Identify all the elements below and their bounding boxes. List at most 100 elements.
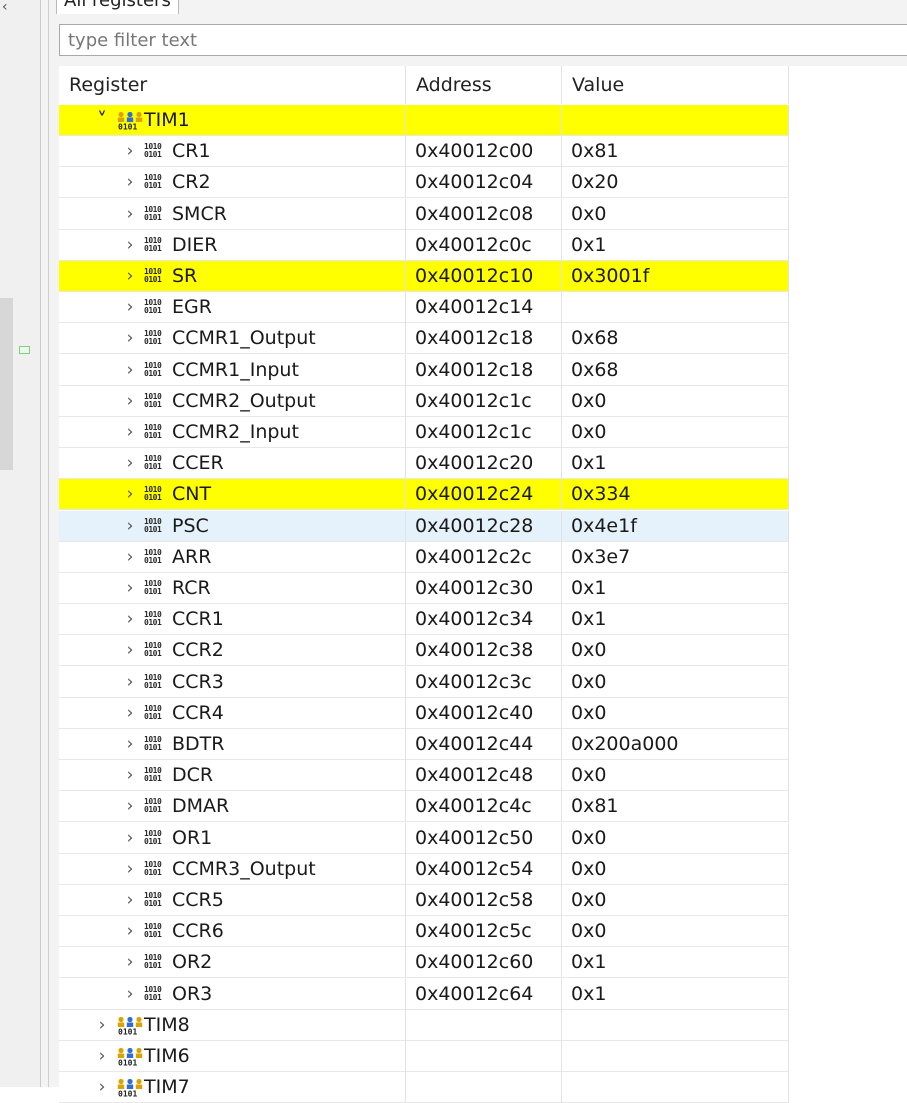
value-cell[interactable]: 0x0 bbox=[562, 635, 789, 666]
tab-all-registers[interactable]: All registers bbox=[56, 0, 179, 14]
table-row[interactable]: › 1010 0101 DMAR 0x40012c4c 0x81 bbox=[59, 791, 907, 822]
collapse-arrow-icon[interactable]: ‹ bbox=[2, 0, 8, 14]
table-row[interactable]: › 1010 0101 CCMR2_Output 0x40012c1c 0x0 bbox=[59, 386, 907, 417]
table-row[interactable]: › 1010 0101 CCER 0x40012c20 0x1 bbox=[59, 448, 907, 479]
table-row[interactable]: › 1010 0101 DIER 0x40012c0c 0x1 bbox=[59, 230, 907, 261]
table-row[interactable]: › 1010 0101 ARR 0x40012c2c 0x3e7 bbox=[59, 542, 907, 573]
chevron-right-icon[interactable]: › bbox=[123, 885, 137, 915]
chevron-right-icon[interactable]: › bbox=[123, 823, 137, 853]
value-cell[interactable]: 0x0 bbox=[562, 885, 789, 916]
value-cell[interactable]: 0x0 bbox=[562, 386, 789, 417]
chevron-right-icon[interactable]: › bbox=[123, 292, 137, 322]
chevron-right-icon[interactable]: › bbox=[123, 323, 137, 353]
table-row[interactable]: › 1010 0101 CCMR1_Input 0x40012c18 0x68 bbox=[59, 355, 907, 386]
chevron-right-icon[interactable]: › bbox=[123, 573, 137, 603]
table-row[interactable]: › 1010 0101 CCR1 0x40012c34 0x1 bbox=[59, 604, 907, 635]
table-row[interactable]: › 1010 0101 CCR3 0x40012c3c 0x0 bbox=[59, 667, 907, 698]
value-cell[interactable]: 0x3001f bbox=[562, 261, 789, 292]
chevron-down-icon[interactable]: ˅ bbox=[95, 105, 109, 135]
chevron-right-icon[interactable]: › bbox=[123, 199, 137, 229]
value-cell[interactable] bbox=[562, 1041, 789, 1072]
chevron-right-icon[interactable]: › bbox=[123, 760, 137, 790]
chevron-right-icon[interactable]: › bbox=[123, 542, 137, 572]
table-row[interactable]: › 1010 0101 PSC 0x40012c28 0x4e1f bbox=[59, 511, 907, 542]
value-cell[interactable]: 0x0 bbox=[562, 667, 789, 698]
value-cell[interactable]: 0x1 bbox=[562, 573, 789, 604]
table-row[interactable]: › 1010 0101 CR1 0x40012c00 0x81 bbox=[59, 136, 907, 167]
chevron-right-icon[interactable]: › bbox=[95, 1072, 109, 1102]
chevron-right-icon[interactable]: › bbox=[95, 1010, 109, 1040]
value-cell[interactable]: 0x0 bbox=[562, 854, 789, 885]
table-row[interactable]: › 1010 0101 OR1 0x40012c50 0x0 bbox=[59, 823, 907, 854]
chevron-right-icon[interactable]: › bbox=[123, 355, 137, 385]
tree-group-row[interactable]: › 0101 TIM8 bbox=[59, 1010, 907, 1041]
value-cell[interactable] bbox=[562, 1010, 789, 1041]
table-row[interactable]: › 1010 0101 CCR5 0x40012c58 0x0 bbox=[59, 885, 907, 916]
chevron-right-icon[interactable]: › bbox=[123, 729, 137, 759]
chevron-right-icon[interactable]: › bbox=[123, 261, 137, 291]
table-row[interactable]: › 1010 0101 CCMR1_Output 0x40012c18 0x68 bbox=[59, 323, 907, 354]
value-cell[interactable] bbox=[562, 292, 789, 323]
chevron-right-icon[interactable]: › bbox=[123, 448, 137, 478]
value-cell[interactable]: 0x1 bbox=[562, 979, 789, 1010]
table-row[interactable]: › 1010 0101 CR2 0x40012c04 0x20 bbox=[59, 167, 907, 198]
chevron-right-icon[interactable]: › bbox=[123, 136, 137, 166]
chevron-right-icon[interactable]: › bbox=[123, 167, 137, 197]
value-cell[interactable]: 0x68 bbox=[562, 355, 789, 386]
table-row[interactable]: › 1010 0101 SR 0x40012c10 0x3001f bbox=[59, 261, 907, 292]
value-cell[interactable]: 0x81 bbox=[562, 136, 789, 167]
value-cell[interactable]: 0x1 bbox=[562, 947, 789, 978]
chevron-right-icon[interactable]: › bbox=[123, 916, 137, 946]
table-row[interactable]: › 1010 0101 SMCR 0x40012c08 0x0 bbox=[59, 199, 907, 230]
value-cell[interactable]: 0x0 bbox=[562, 823, 789, 854]
value-cell[interactable]: 0x3e7 bbox=[562, 542, 789, 573]
table-row[interactable]: › 1010 0101 CCR4 0x40012c40 0x0 bbox=[59, 698, 907, 729]
value-cell[interactable]: 0x0 bbox=[562, 760, 789, 791]
value-cell[interactable]: 0x1 bbox=[562, 448, 789, 479]
tree-group-row[interactable]: › 0101 TIM6 bbox=[59, 1041, 907, 1072]
table-row[interactable]: › 1010 0101 DCR 0x40012c48 0x0 bbox=[59, 760, 907, 791]
value-cell[interactable]: 0x0 bbox=[562, 916, 789, 947]
table-row[interactable]: › 1010 0101 RCR 0x40012c30 0x1 bbox=[59, 573, 907, 604]
column-header-address[interactable]: Address bbox=[406, 66, 562, 104]
table-row[interactable]: › 1010 0101 CCR6 0x40012c5c 0x0 bbox=[59, 916, 907, 947]
value-cell[interactable]: 0x68 bbox=[562, 323, 789, 354]
chevron-right-icon[interactable]: › bbox=[123, 417, 137, 447]
chevron-right-icon[interactable]: › bbox=[123, 947, 137, 977]
value-cell[interactable]: 0x1 bbox=[562, 604, 789, 635]
table-row[interactable]: › 1010 0101 CCMR3_Output 0x40012c54 0x0 bbox=[59, 854, 907, 885]
value-cell[interactable]: 0x4e1f bbox=[562, 511, 789, 542]
value-cell[interactable]: 0x20 bbox=[562, 167, 789, 198]
table-row[interactable]: › 1010 0101 CCMR2_Input 0x40012c1c 0x0 bbox=[59, 417, 907, 448]
value-cell[interactable]: 0x81 bbox=[562, 791, 789, 822]
value-cell[interactable]: 0x0 bbox=[562, 417, 789, 448]
chevron-right-icon[interactable]: › bbox=[123, 604, 137, 634]
value-cell[interactable] bbox=[562, 105, 789, 136]
chevron-right-icon[interactable]: › bbox=[123, 698, 137, 728]
tree-group-row[interactable]: ˅ 0101 TIM1 bbox=[59, 105, 907, 136]
table-row[interactable]: › 1010 0101 EGR 0x40012c14 bbox=[59, 292, 907, 323]
chevron-right-icon[interactable]: › bbox=[95, 1041, 109, 1071]
chevron-right-icon[interactable]: › bbox=[123, 635, 137, 665]
table-row[interactable]: › 1010 0101 OR3 0x40012c64 0x1 bbox=[59, 979, 907, 1010]
value-cell[interactable]: 0x0 bbox=[562, 199, 789, 230]
chevron-right-icon[interactable]: › bbox=[123, 479, 137, 509]
table-row[interactable]: › 1010 0101 BDTR 0x40012c44 0x200a000 bbox=[59, 729, 907, 760]
chevron-right-icon[interactable]: › bbox=[123, 386, 137, 416]
value-cell[interactable] bbox=[562, 1072, 789, 1103]
value-cell[interactable]: 0x1 bbox=[562, 230, 789, 261]
value-cell[interactable]: 0x0 bbox=[562, 698, 789, 729]
chevron-right-icon[interactable]: › bbox=[123, 511, 137, 541]
table-row[interactable]: › 1010 0101 CNT 0x40012c24 0x334 bbox=[59, 479, 907, 510]
value-cell[interactable]: 0x200a000 bbox=[562, 729, 789, 760]
tree-group-row[interactable]: › 0101 TIM7 bbox=[59, 1072, 907, 1103]
table-row[interactable]: › 1010 0101 CCR2 0x40012c38 0x0 bbox=[59, 635, 907, 666]
chevron-right-icon[interactable]: › bbox=[123, 854, 137, 884]
value-cell[interactable]: 0x334 bbox=[562, 479, 789, 510]
column-header-value[interactable]: Value bbox=[562, 66, 789, 104]
chevron-right-icon[interactable]: › bbox=[123, 979, 137, 1009]
table-row[interactable]: › 1010 0101 OR2 0x40012c60 0x1 bbox=[59, 947, 907, 978]
chevron-right-icon[interactable]: › bbox=[123, 230, 137, 260]
filter-input[interactable] bbox=[59, 24, 907, 56]
chevron-right-icon[interactable]: › bbox=[123, 667, 137, 697]
